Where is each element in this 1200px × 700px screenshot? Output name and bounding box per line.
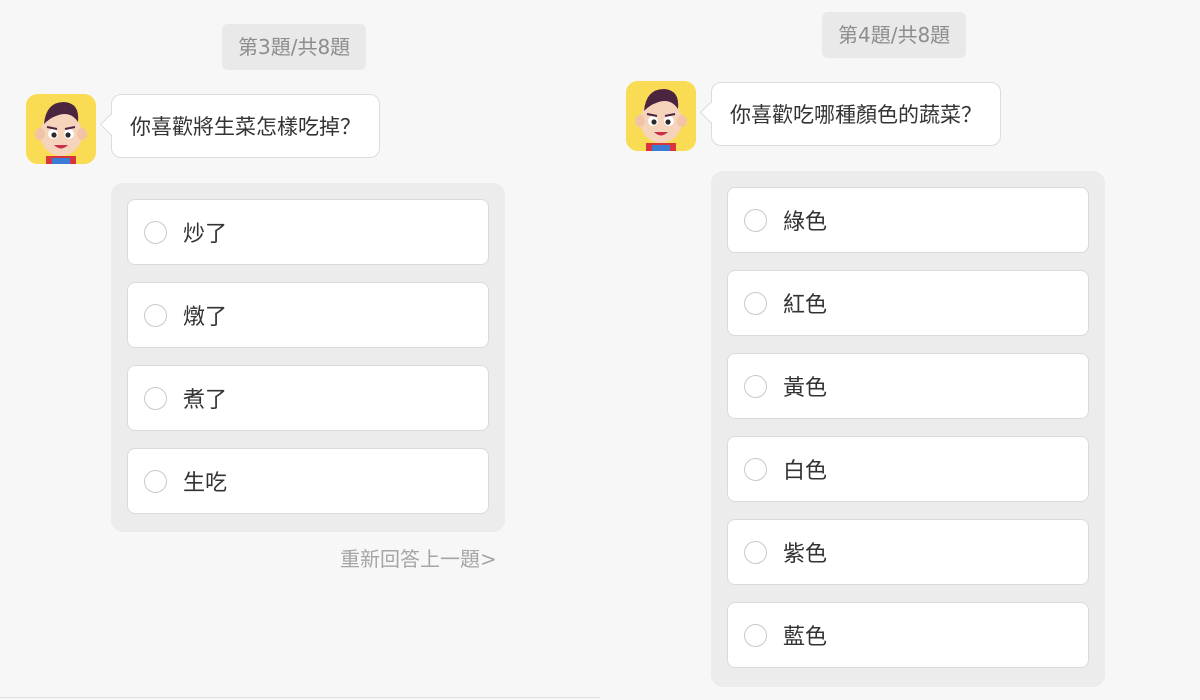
option-label: 紅色: [783, 293, 828, 318]
answer-option[interactable]: 炒了: [127, 199, 489, 265]
answer-option[interactable]: 燉了: [127, 282, 489, 348]
answer-option[interactable]: 紅色: [727, 270, 1089, 336]
option-label: 煮了: [183, 388, 228, 413]
redo-previous-question-link[interactable]: 重新回答上一題>: [340, 543, 497, 572]
radio-circle-icon[interactable]: [744, 457, 767, 481]
option-label: 綠色: [783, 210, 828, 235]
option-label: 生吃: [183, 471, 228, 496]
answer-options: 綠色 紅色 黃色 白色 紫色 藍色: [711, 171, 1105, 687]
question-bubble: 你喜歡將生菜怎樣吃掉？: [111, 94, 380, 158]
question-bubble: 你喜歡吃哪種顏色的蔬菜？: [711, 82, 1001, 146]
radio-circle-icon[interactable]: [144, 220, 167, 244]
divider: [0, 697, 600, 698]
radio-circle-icon[interactable]: [744, 540, 767, 564]
answer-option[interactable]: 藍色: [727, 602, 1089, 668]
radio-circle-icon[interactable]: [144, 303, 167, 327]
option-label: 藍色: [783, 625, 828, 650]
option-label: 白色: [783, 459, 828, 484]
right-question-panel: 第4題/共8題 你喜歡吃哪種顏色的蔬菜？ 綠色 紅色 黃色 白色 紫色 藍色: [600, 0, 1200, 700]
radio-circle-icon[interactable]: [744, 208, 767, 232]
radio-circle-icon[interactable]: [744, 291, 767, 315]
option-label: 紫色: [783, 542, 828, 567]
answer-option[interactable]: 綠色: [727, 187, 1089, 253]
answer-option[interactable]: 生吃: [127, 448, 489, 514]
avatar-icon: [626, 81, 696, 151]
answer-option[interactable]: 白色: [727, 436, 1089, 502]
question-counter: 第4題/共8題: [822, 12, 967, 58]
avatar-icon: [26, 94, 96, 164]
radio-circle-icon[interactable]: [744, 374, 767, 398]
question-counter: 第3題/共8題: [222, 24, 367, 70]
radio-circle-icon[interactable]: [744, 623, 767, 647]
radio-circle-icon[interactable]: [144, 469, 167, 493]
option-label: 炒了: [183, 222, 228, 247]
option-label: 黃色: [783, 376, 828, 401]
answer-option[interactable]: 黃色: [727, 353, 1089, 419]
left-question-panel: 第3題/共8題 你喜歡將生菜怎樣吃掉？ 炒了 燉了 煮了 生吃 重新回答上一題>: [0, 0, 600, 700]
radio-circle-icon[interactable]: [144, 386, 167, 410]
answer-option[interactable]: 煮了: [127, 365, 489, 431]
answer-options: 炒了 燉了 煮了 生吃: [111, 183, 505, 532]
option-label: 燉了: [183, 305, 228, 330]
answer-option[interactable]: 紫色: [727, 519, 1089, 585]
